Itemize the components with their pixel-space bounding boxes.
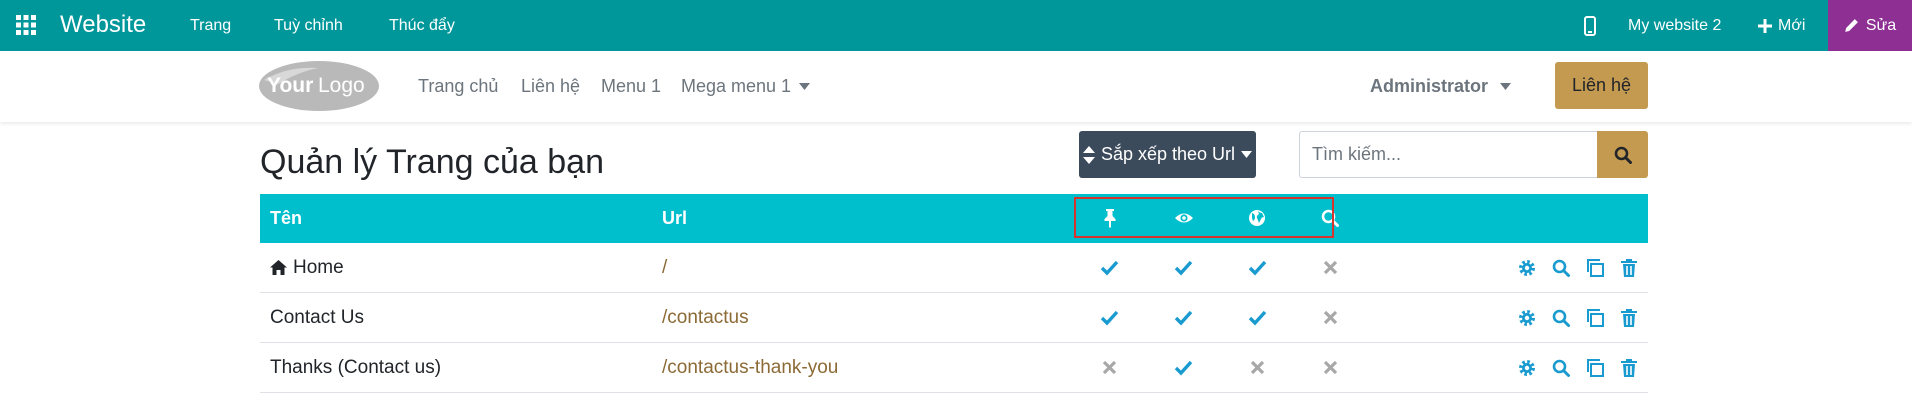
check-icon: [1100, 308, 1119, 327]
search-icon[interactable]: [1551, 308, 1571, 328]
menu-trang[interactable]: Trang: [190, 0, 231, 51]
table-header: Tên Url: [260, 194, 1648, 243]
page-name: Thanks (Contact us): [270, 357, 442, 378]
mobile-preview-button[interactable]: [1584, 0, 1596, 51]
sort-label: Sắp xếp theo Url: [1100, 144, 1236, 164]
caret-down-icon: [1500, 83, 1512, 90]
page-url[interactable]: /contactus: [662, 293, 749, 342]
table-row[interactable]: Thanks (Contact us) /contactus-thank-you: [260, 343, 1648, 393]
page-name: Home: [293, 257, 344, 278]
search-icon: [1614, 146, 1632, 164]
check-icon: [1100, 258, 1119, 277]
logo-word-logo: Logo: [318, 74, 365, 97]
new-button[interactable]: Mới: [1758, 0, 1805, 51]
nav-trang-chu[interactable]: Trang chủ: [418, 51, 498, 122]
trash-icon[interactable]: [1619, 258, 1639, 278]
pages-table: Tên Url Home / Contact Us /contactus Tha…: [260, 194, 1648, 393]
clone-icon[interactable]: [1585, 258, 1605, 278]
cross-icon: [1321, 358, 1340, 377]
search-icon[interactable]: [1551, 258, 1571, 278]
website-switcher[interactable]: My website 2: [1628, 0, 1721, 51]
cross-icon: [1100, 358, 1119, 377]
search-button[interactable]: [1597, 131, 1648, 178]
user-name: Administrator: [1370, 76, 1489, 96]
menu-thuc-day[interactable]: Thúc đẩy: [389, 0, 455, 51]
user-menu[interactable]: Administrator: [1370, 51, 1512, 122]
table-row[interactable]: Home /: [260, 243, 1648, 293]
home-icon: [270, 260, 287, 275]
nav-lien-he[interactable]: Liên hệ: [521, 51, 580, 122]
row-name: Home: [270, 243, 344, 292]
plus-icon: [1758, 18, 1772, 33]
edit-label: Sửa: [1865, 16, 1897, 34]
clone-icon[interactable]: [1585, 358, 1605, 378]
page-title: Quản lý Trang của bạn: [260, 143, 605, 181]
apps-grid-icon[interactable]: [14, 13, 38, 37]
mobile-preview-icon: [1584, 15, 1596, 36]
check-icon: [1248, 258, 1267, 277]
table-row[interactable]: Contact Us /contactus: [260, 293, 1648, 343]
page-url[interactable]: /contactus-thank-you: [662, 343, 838, 392]
gear-icon[interactable]: [1517, 258, 1537, 278]
check-icon: [1174, 258, 1193, 277]
trash-icon[interactable]: [1619, 358, 1639, 378]
search-input[interactable]: [1299, 131, 1622, 178]
page-name: Contact Us: [270, 307, 364, 328]
column-header-name[interactable]: Tên: [270, 194, 302, 243]
check-icon: [1174, 308, 1193, 327]
caret-down-icon: [799, 83, 811, 90]
cross-icon: [1321, 308, 1340, 327]
search-icon[interactable]: [1551, 358, 1571, 378]
gear-icon[interactable]: [1517, 308, 1537, 328]
clone-icon[interactable]: [1585, 308, 1605, 328]
site-logo[interactable]: Your Logo: [258, 60, 380, 112]
row-name: Contact Us: [270, 293, 364, 342]
mega-menu-label: Mega menu 1: [681, 76, 792, 96]
menu-tuy-chinh[interactable]: Tuỳ chỉnh: [274, 0, 343, 51]
new-label: Mới: [1778, 17, 1806, 34]
cross-icon: [1321, 258, 1340, 277]
top-navbar: Website Trang Tuỳ chỉnh Thúc đẩy My webs…: [0, 0, 1912, 51]
gear-icon[interactable]: [1517, 358, 1537, 378]
sort-icon: [1082, 145, 1095, 165]
page-url[interactable]: /: [662, 243, 667, 292]
row-name: Thanks (Contact us): [270, 343, 441, 392]
app-title[interactable]: Website: [60, 8, 146, 42]
trash-icon[interactable]: [1619, 308, 1639, 328]
check-icon: [1174, 358, 1193, 377]
edit-button[interactable]: Sửa: [1828, 0, 1912, 51]
website-header: Your Logo Trang chủ Liên hệ Menu 1 Mega …: [0, 51, 1912, 122]
logo-word-your: Your: [267, 74, 313, 97]
sort-dropdown-button[interactable]: Sắp xếp theo Url: [1079, 131, 1256, 178]
nav-mega-menu-1[interactable]: Mega menu 1: [681, 51, 811, 122]
check-icon: [1248, 308, 1267, 327]
column-header-url[interactable]: Url: [662, 194, 687, 243]
pencil-icon: [1844, 18, 1859, 33]
nav-menu-1[interactable]: Menu 1: [601, 51, 661, 122]
contact-button[interactable]: Liên hệ: [1555, 62, 1648, 109]
cross-icon: [1248, 358, 1267, 377]
highlight-box: [1074, 197, 1334, 238]
caret-down-icon: [1241, 151, 1253, 158]
